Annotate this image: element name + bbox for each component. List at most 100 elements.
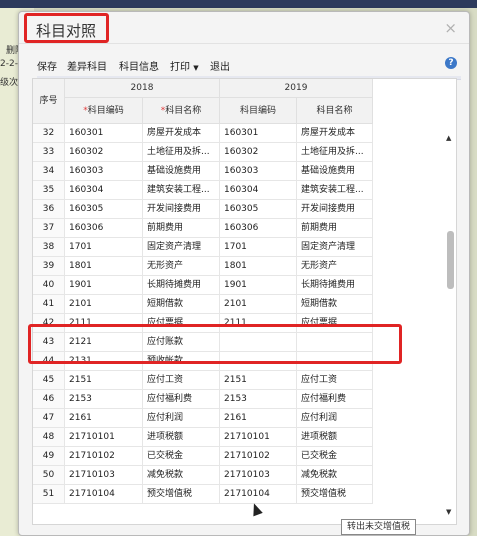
cell-2019-code[interactable]: 21710101 — [220, 428, 297, 447]
help-icon[interactable]: ? — [445, 57, 457, 69]
cell-2018-code[interactable]: 2153 — [65, 390, 143, 409]
cell-2018-code[interactable]: 2161 — [65, 409, 143, 428]
cell-2019-code[interactable]: 21710103 — [220, 466, 297, 485]
table-row[interactable]: 51 21710104 预交增值税 21710104 预交增值税 — [33, 485, 373, 504]
cell-2019-name[interactable]: 应付利润 — [297, 409, 373, 428]
cell-2018-name[interactable]: 已交税金 — [143, 447, 220, 466]
scroll-thumb[interactable] — [447, 231, 454, 289]
cell-2018-code[interactable]: 160304 — [65, 181, 143, 200]
vertical-scrollbar[interactable]: ▲ ▼ — [444, 134, 456, 519]
scroll-down-icon[interactable]: ▼ — [446, 508, 451, 516]
cell-2019-code[interactable]: 160305 — [220, 200, 297, 219]
cell-2019-code[interactable]: 1701 — [220, 238, 297, 257]
table-row[interactable]: 37 160306 前期费用 160306 前期费用 — [33, 219, 373, 238]
cell-2019-name[interactable]: 短期借款 — [297, 295, 373, 314]
cell-2019-name[interactable]: 开发间接费用 — [297, 200, 373, 219]
cell-2019-name[interactable]: 已交税金 — [297, 447, 373, 466]
column-header-2019-code[interactable]: 科目编码 — [220, 98, 297, 124]
cell-2018-code[interactable]: 1901 — [65, 276, 143, 295]
cell-2018-code[interactable]: 1701 — [65, 238, 143, 257]
cell-2019-code[interactable]: 1901 — [220, 276, 297, 295]
cell-2018-name[interactable]: 开发间接费用 — [143, 200, 220, 219]
cell-2019-code[interactable]: 1801 — [220, 257, 297, 276]
table-row[interactable]: 38 1701 固定资产清理 1701 固定资产清理 — [33, 238, 373, 257]
row-number: 34 — [33, 162, 65, 181]
cell-2018-name[interactable]: 应付福利费 — [143, 390, 220, 409]
table-row[interactable]: 46 2153 应付福利费 2153 应付福利费 — [33, 390, 373, 409]
cell-2019-name[interactable]: 进项税额 — [297, 428, 373, 447]
cell-2018-code[interactable]: 2101 — [65, 295, 143, 314]
cell-2018-name[interactable]: 长期待摊费用 — [143, 276, 220, 295]
table-row[interactable]: 49 21710102 已交税金 21710102 已交税金 — [33, 447, 373, 466]
cell-2018-name[interactable]: 基础设施费用 — [143, 162, 220, 181]
column-header-2018-name[interactable]: *科目名称 — [143, 98, 220, 124]
account-info-button[interactable]: 科目信息 — [119, 58, 159, 73]
cell-2018-code[interactable]: 1801 — [65, 257, 143, 276]
cell-2018-code[interactable]: 160306 — [65, 219, 143, 238]
cell-2018-code[interactable]: 21710101 — [65, 428, 143, 447]
cell-2018-name[interactable]: 前期费用 — [143, 219, 220, 238]
cell-2018-name[interactable]: 减免税款 — [143, 466, 220, 485]
cell-2018-code[interactable]: 2151 — [65, 371, 143, 390]
table-row[interactable]: 35 160304 建筑安装工程... 160304 建筑安装工程... — [33, 181, 373, 200]
table-row[interactable]: 41 2101 短期借款 2101 短期借款 — [33, 295, 373, 314]
cell-2019-code[interactable]: 160303 — [220, 162, 297, 181]
cell-2019-name[interactable]: 房屋开发成本 — [297, 124, 373, 143]
table-row[interactable]: 36 160305 开发间接费用 160305 开发间接费用 — [33, 200, 373, 219]
cell-2019-name[interactable]: 减免税款 — [297, 466, 373, 485]
cell-2018-name[interactable]: 进项税额 — [143, 428, 220, 447]
cell-2019-name[interactable]: 应付工资 — [297, 371, 373, 390]
cell-2018-code[interactable]: 160303 — [65, 162, 143, 181]
cell-2019-name[interactable]: 应付福利费 — [297, 390, 373, 409]
cell-2018-code[interactable]: 160305 — [65, 200, 143, 219]
column-header-2018-code[interactable]: *科目编码 — [65, 98, 143, 124]
cell-2019-code[interactable]: 2161 — [220, 409, 297, 428]
scroll-up-icon[interactable]: ▲ — [446, 134, 451, 142]
cell-2019-code[interactable]: 160302 — [220, 143, 297, 162]
cell-2019-name[interactable]: 无形资产 — [297, 257, 373, 276]
cell-2019-code[interactable]: 2153 — [220, 390, 297, 409]
cell-2018-code[interactable]: 160302 — [65, 143, 143, 162]
table-row[interactable]: 33 160302 土地征用及拆... 160302 土地征用及拆... — [33, 143, 373, 162]
table-row[interactable]: 34 160303 基础设施费用 160303 基础设施费用 — [33, 162, 373, 181]
close-icon[interactable]: × — [444, 19, 457, 37]
column-header-2019-name[interactable]: 科目名称 — [297, 98, 373, 124]
cell-2019-code[interactable]: 2151 — [220, 371, 297, 390]
exit-button[interactable]: 退出 — [210, 58, 230, 73]
cell-2018-code[interactable]: 21710104 — [65, 485, 143, 504]
diff-accounts-button[interactable]: 差异科目 — [67, 58, 107, 73]
table-row[interactable]: 48 21710101 进项税额 21710101 进项税额 — [33, 428, 373, 447]
cell-2019-code[interactable]: 21710102 — [220, 447, 297, 466]
table-row[interactable]: 39 1801 无形资产 1801 无形资产 — [33, 257, 373, 276]
cell-2018-name[interactable]: 短期借款 — [143, 295, 220, 314]
table-row[interactable]: 47 2161 应付利润 2161 应付利润 — [33, 409, 373, 428]
table-row[interactable]: 50 21710103 减免税款 21710103 减免税款 — [33, 466, 373, 485]
cell-2019-code[interactable]: 160301 — [220, 124, 297, 143]
cell-2019-code[interactable]: 160306 — [220, 219, 297, 238]
table-row[interactable]: 40 1901 长期待摊费用 1901 长期待摊费用 — [33, 276, 373, 295]
cell-2018-name[interactable]: 应付利润 — [143, 409, 220, 428]
cell-2018-code[interactable]: 21710102 — [65, 447, 143, 466]
cell-2019-name[interactable]: 预交增值税 — [297, 485, 373, 504]
cell-2018-code[interactable]: 21710103 — [65, 466, 143, 485]
cell-2019-name[interactable]: 土地征用及拆... — [297, 143, 373, 162]
table-row[interactable]: 45 2151 应付工资 2151 应付工资 — [33, 371, 373, 390]
cell-2018-name[interactable]: 固定资产清理 — [143, 238, 220, 257]
cell-2018-name[interactable]: 土地征用及拆... — [143, 143, 220, 162]
cell-2019-name[interactable]: 前期费用 — [297, 219, 373, 238]
cell-2019-name[interactable]: 基础设施费用 — [297, 162, 373, 181]
cell-2018-name[interactable]: 应付工资 — [143, 371, 220, 390]
cell-2018-name[interactable]: 预交增值税 — [143, 485, 220, 504]
cell-2018-name[interactable]: 房屋开发成本 — [143, 124, 220, 143]
cell-2018-name[interactable]: 建筑安装工程... — [143, 181, 220, 200]
cell-2019-code[interactable]: 2101 — [220, 295, 297, 314]
cell-2019-code[interactable]: 160304 — [220, 181, 297, 200]
save-button[interactable]: 保存 — [37, 58, 57, 73]
cell-2018-name[interactable]: 无形资产 — [143, 257, 220, 276]
print-menu-button[interactable]: 打印 ▼ — [170, 58, 199, 73]
cell-2018-code[interactable]: 160301 — [65, 124, 143, 143]
cell-2019-name[interactable]: 建筑安装工程... — [297, 181, 373, 200]
cell-2019-name[interactable]: 固定资产清理 — [297, 238, 373, 257]
cell-2019-name[interactable]: 长期待摊费用 — [297, 276, 373, 295]
table-row[interactable]: 32 160301 房屋开发成本 160301 房屋开发成本 — [33, 124, 373, 143]
